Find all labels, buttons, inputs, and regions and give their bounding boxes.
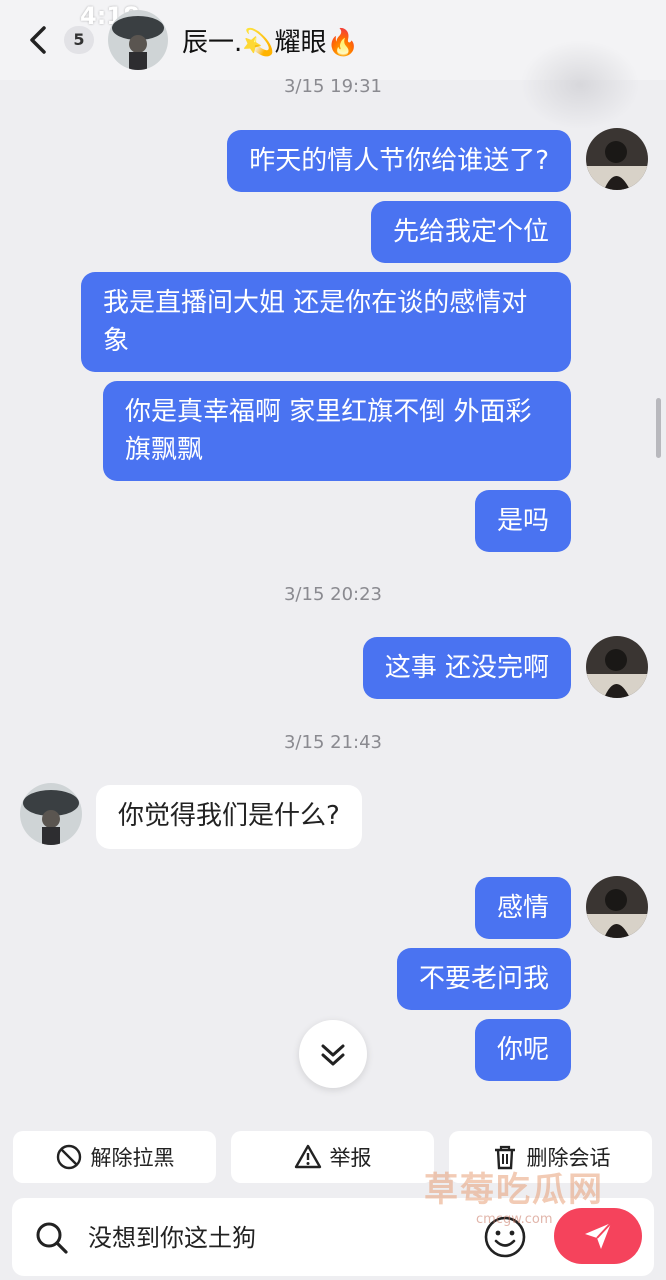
my-avatar[interactable] (586, 876, 648, 938)
message-bubble-outgoing[interactable]: 不要老问我 (396, 948, 571, 1010)
message-bubble-outgoing[interactable]: 这事 还没完啊 (362, 637, 571, 699)
my-avatar[interactable] (586, 128, 648, 190)
watermark: 草莓吃瓜网 (424, 1170, 604, 1210)
scrollbar-thumb[interactable] (656, 398, 661, 458)
warning-icon (294, 1144, 321, 1169)
send-icon (585, 1222, 612, 1249)
double-chevron-down-icon (321, 1044, 345, 1066)
report-label: 举报 (329, 1146, 372, 1170)
unread-count-badge: 5 (64, 26, 94, 54)
message-input[interactable]: 没想到你这土狗 (88, 1218, 256, 1253)
watermark-url: cmcgw.com (476, 1212, 553, 1227)
contact-name[interactable]: 辰一.💫耀眼🔥 (182, 22, 359, 59)
unblock-label: 解除拉黑 (90, 1146, 175, 1170)
timestamp: 3/15 20:23 (283, 584, 382, 605)
send-button[interactable] (554, 1208, 642, 1264)
message-bubble-outgoing[interactable]: 先给我定个位 (370, 201, 571, 263)
message-bubble-outgoing[interactable]: 你呢 (474, 1019, 571, 1081)
my-avatar[interactable] (586, 636, 648, 698)
contact-avatar[interactable] (108, 10, 168, 70)
scroll-to-bottom-button[interactable] (299, 1020, 367, 1088)
block-icon (56, 1144, 81, 1170)
timestamp: 3/15 19:31 (283, 76, 382, 97)
message-bubble-outgoing[interactable]: 是吗 (474, 490, 571, 552)
message-bubble-outgoing[interactable]: 感情 (474, 877, 571, 939)
timestamp: 3/15 21:43 (283, 732, 382, 753)
search-icon[interactable] (32, 1218, 72, 1258)
unblock-button[interactable]: 解除拉黑 (13, 1131, 216, 1183)
message-bubble-incoming[interactable]: 你觉得我们是什么? (96, 785, 362, 849)
report-button[interactable]: 举报 (231, 1131, 434, 1183)
contact-avatar[interactable] (20, 783, 82, 845)
back-button[interactable] (22, 20, 58, 60)
message-bubble-outgoing[interactable]: 你是真幸福啊 家里红旗不倒 外面彩旗飘飘 (103, 381, 571, 481)
message-bubble-outgoing[interactable]: 昨天的情人节你给谁送了? (227, 130, 571, 192)
chevron-left-icon (30, 26, 46, 54)
message-bubble-outgoing[interactable]: 我是直播间大姐 还是你在谈的感情对象 (81, 272, 571, 372)
